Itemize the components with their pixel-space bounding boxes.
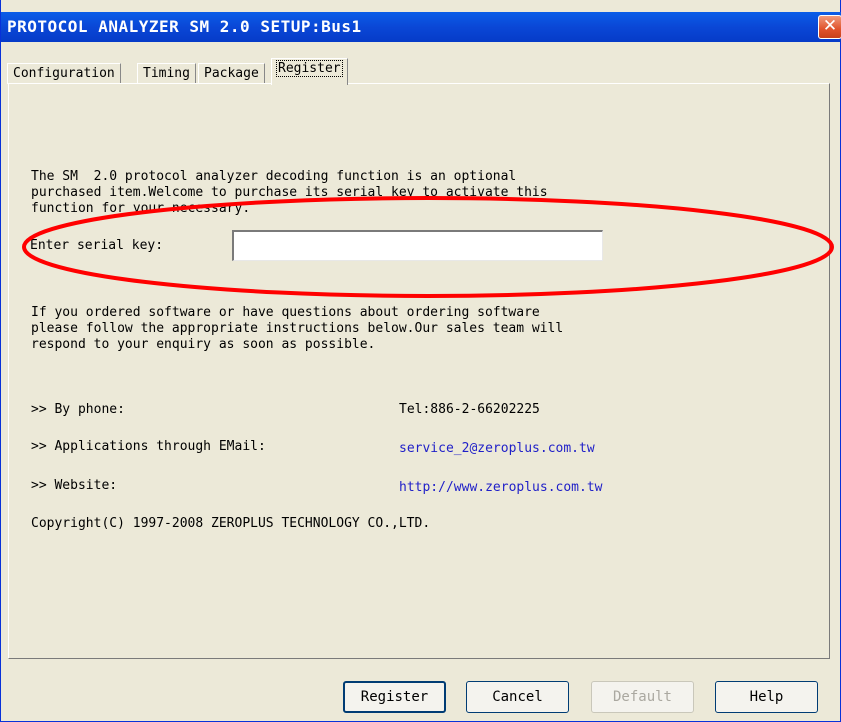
tab-timing[interactable]: Timing — [137, 63, 196, 84]
help-button[interactable]: Help — [715, 681, 818, 713]
copyright-text: Copyright(C) 1997-2008 ZEROPLUS TECHNOLO… — [31, 516, 431, 531]
register-button[interactable]: Register — [343, 681, 446, 713]
phone-label: >> By phone: — [31, 402, 125, 417]
setup-dialog: PROTOCOL ANALYZER SM 2.0 SETUP:Bus1 ✕ Co… — [0, 0, 841, 722]
tab-register[interactable]: Register — [271, 58, 348, 85]
website-label: >> Website: — [31, 478, 118, 493]
close-button[interactable]: ✕ — [818, 15, 841, 39]
tab-package[interactable]: Package — [198, 63, 265, 84]
email-label: >> Applications through EMail: — [31, 439, 266, 454]
window-title: PROTOCOL ANALYZER SM 2.0 SETUP:Bus1 — [7, 17, 362, 36]
phone-value: Tel:886-2-66202225 — [399, 402, 540, 417]
cancel-button[interactable]: Cancel — [466, 681, 569, 713]
title-bar[interactable]: PROTOCOL ANALYZER SM 2.0 SETUP:Bus1 ✕ — [1, 12, 841, 42]
serial-key-label: Enter serial key: — [30, 238, 164, 253]
email-link[interactable]: service_2@zeroplus.com.tw — [399, 441, 595, 457]
ordering-text: If you ordered software or have question… — [31, 305, 564, 352]
serial-key-input[interactable] — [232, 230, 603, 261]
close-icon: ✕ — [822, 16, 838, 36]
intro-text: The SM 2.0 protocol analyzer decoding fu… — [31, 169, 548, 216]
default-button: Default — [591, 681, 694, 713]
tab-configuration[interactable]: Configuration — [7, 63, 121, 84]
website-link[interactable]: http://www.zeroplus.com.tw — [399, 480, 603, 496]
